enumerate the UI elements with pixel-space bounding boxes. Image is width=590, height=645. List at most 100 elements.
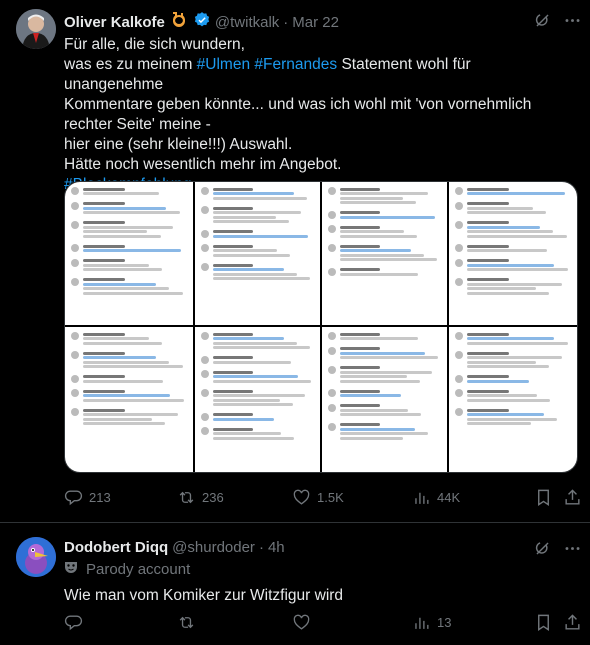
text-line-placeholder: [340, 347, 381, 350]
screenshot-image[interactable]: [322, 327, 447, 472]
bookmark-icon[interactable]: [534, 613, 553, 637]
like-button[interactable]: 1.5K: [292, 488, 344, 507]
text-line-placeholder: [83, 221, 125, 224]
repost-button[interactable]: 236: [177, 488, 224, 507]
text-line-placeholder: [467, 259, 509, 262]
mask-icon: [64, 560, 78, 579]
screenshot-reply-row: [65, 220, 193, 240]
text-line-placeholder: [83, 187, 125, 191]
image-collage[interactable]: [64, 181, 578, 473]
screenshot-reply-row: [322, 267, 447, 278]
text-line-placeholder: [213, 394, 305, 397]
mini-avatar: [71, 389, 79, 397]
screenshot-image[interactable]: [65, 182, 193, 325]
screenshot-image[interactable]: [195, 182, 320, 325]
author-name[interactable]: Dodobert Diqq: [64, 539, 168, 556]
post-text: Wie man vom Komiker zur Witzfigur wird: [64, 587, 344, 604]
more-options-icon[interactable]: [563, 539, 582, 563]
text-line-placeholder: [467, 230, 554, 233]
mini-avatar: [71, 187, 79, 195]
reply-button[interactable]: [64, 613, 83, 632]
grok-icon[interactable]: [533, 539, 552, 563]
more-options-icon[interactable]: [563, 11, 582, 35]
screenshot-image[interactable]: [449, 182, 577, 325]
screenshot-reply-row: [322, 403, 447, 418]
bookmark-icon[interactable]: [534, 488, 553, 512]
screenshot-reply-row: [322, 422, 447, 442]
reply-button[interactable]: 213: [64, 488, 111, 507]
mini-avatar: [328, 422, 336, 431]
screenshot-reply-row: [322, 243, 447, 263]
text-line-placeholder: [213, 230, 254, 233]
views-button[interactable]: 13: [412, 613, 451, 632]
screenshot-reply-row: [65, 374, 193, 385]
post-date[interactable]: Mar 22: [292, 14, 339, 31]
screenshot-reply-row: [195, 426, 320, 441]
screenshot-reply-row: [449, 277, 577, 297]
repost-count: 236: [202, 490, 224, 505]
text-line-placeholder: [340, 351, 425, 355]
text-line-placeholder: [467, 360, 536, 364]
author-handle[interactable]: @twitkalk: [215, 14, 279, 31]
screenshot-reply-row: [449, 243, 577, 254]
text-line-placeholder: [340, 332, 381, 336]
text-line-placeholder: [467, 413, 544, 416]
screenshot-reply-row: [322, 346, 447, 361]
text-line-placeholder: [83, 225, 174, 229]
post-oliver[interactable]: Oliver Kalkofe @twitkalk · Mar 22 Für al…: [0, 0, 590, 506]
text-line-placeholder: [340, 379, 420, 383]
text-line-placeholder: [340, 225, 381, 229]
author-handle[interactable]: @shurdoder: [172, 539, 255, 556]
text-line-placeholder: [83, 408, 125, 412]
screenshot-reply-row: [322, 365, 447, 385]
screenshot-image[interactable]: [65, 327, 193, 472]
avatar[interactable]: [16, 537, 56, 577]
views-button[interactable]: 44K: [412, 488, 460, 507]
screenshot-reply-row: [449, 331, 577, 346]
hashtag-fernandes[interactable]: #Fernandes: [254, 56, 337, 73]
text-line-placeholder: [467, 263, 555, 267]
hashtag-ulmen[interactable]: #Ulmen: [197, 56, 250, 73]
text-line-placeholder: [83, 332, 125, 336]
screenshot-reply-row: [65, 277, 193, 297]
text-line-placeholder: [83, 234, 161, 238]
text-line-placeholder: [467, 398, 551, 402]
share-icon[interactable]: [563, 488, 582, 512]
repost-button[interactable]: [177, 613, 196, 632]
text-line-placeholder: [213, 244, 254, 248]
mini-avatar: [455, 220, 463, 229]
text-line-placeholder: [467, 221, 509, 224]
text-line-placeholder: [213, 337, 284, 340]
text-line-placeholder: [83, 379, 164, 383]
screenshot-reply-row: [195, 388, 320, 408]
grok-icon[interactable]: [533, 11, 552, 35]
dot-separator: ·: [283, 14, 289, 31]
text-line-placeholder: [467, 234, 567, 238]
like-button[interactable]: [292, 613, 311, 632]
text-line-placeholder: [340, 413, 421, 416]
views-icon: [415, 617, 429, 629]
text-line-placeholder: [83, 417, 152, 421]
author-name[interactable]: Oliver Kalkofe: [64, 14, 165, 31]
screenshot-reply-row: [195, 331, 320, 351]
screenshot-image[interactable]: [195, 327, 320, 472]
text-line-placeholder: [213, 206, 254, 210]
screenshot-reply-row: [195, 262, 320, 282]
text-line-placeholder: [213, 403, 293, 406]
avatar[interactable]: [16, 9, 56, 49]
screenshot-reply-row: [65, 186, 193, 197]
share-icon[interactable]: [563, 613, 582, 637]
mini-avatar: [455, 374, 463, 383]
screenshot-reply-row: [449, 186, 577, 197]
text-line-placeholder: [340, 192, 428, 195]
screenshot-reply-row: [449, 258, 577, 273]
mini-avatar: [455, 201, 463, 210]
post-dodobert[interactable]: Dodobert Diqq @shurdoder · 4h Parody acc…: [0, 523, 590, 645]
screenshot-image[interactable]: [322, 182, 447, 325]
text-line-placeholder: [213, 427, 254, 431]
screenshot-image[interactable]: [449, 327, 577, 472]
repost-icon: [179, 491, 194, 504]
text-line-placeholder: [340, 356, 438, 359]
post-time[interactable]: 4h: [268, 539, 285, 556]
text-line-placeholder: [340, 366, 381, 369]
